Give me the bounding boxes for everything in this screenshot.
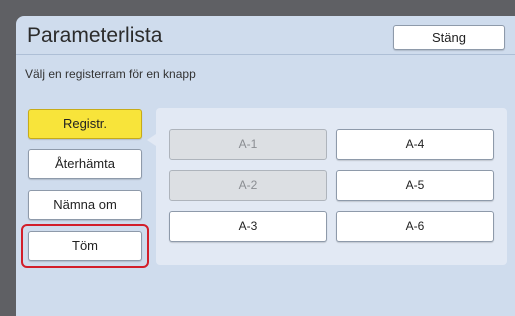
rename-button[interactable]: Nämna om bbox=[28, 190, 142, 220]
clear-button[interactable]: Töm bbox=[28, 231, 142, 261]
recall-button[interactable]: Återhämta bbox=[28, 149, 142, 179]
slot-a2-button[interactable]: A-2 bbox=[169, 170, 327, 201]
device-screen-frame: Parameterlista Stäng Välj en registerram… bbox=[0, 0, 515, 316]
close-button[interactable]: Stäng bbox=[393, 25, 505, 50]
slot-a5-button[interactable]: A-5 bbox=[336, 170, 494, 201]
parameter-list-dialog: Parameterlista Stäng Välj en registerram… bbox=[16, 16, 515, 316]
slot-a3-button[interactable]: A-3 bbox=[169, 211, 327, 242]
slot-a1-button[interactable]: A-1 bbox=[169, 129, 327, 160]
slot-a6-button[interactable]: A-6 bbox=[336, 211, 494, 242]
dialog-title: Parameterlista bbox=[27, 24, 163, 47]
dialog-titlebar: Parameterlista Stäng bbox=[16, 16, 515, 55]
register-button[interactable]: Registr. bbox=[28, 109, 142, 139]
slot-a4-button[interactable]: A-4 bbox=[336, 129, 494, 160]
instruction-text: Välj en registerram för en knapp bbox=[25, 67, 196, 81]
panel-pointer bbox=[147, 134, 156, 146]
